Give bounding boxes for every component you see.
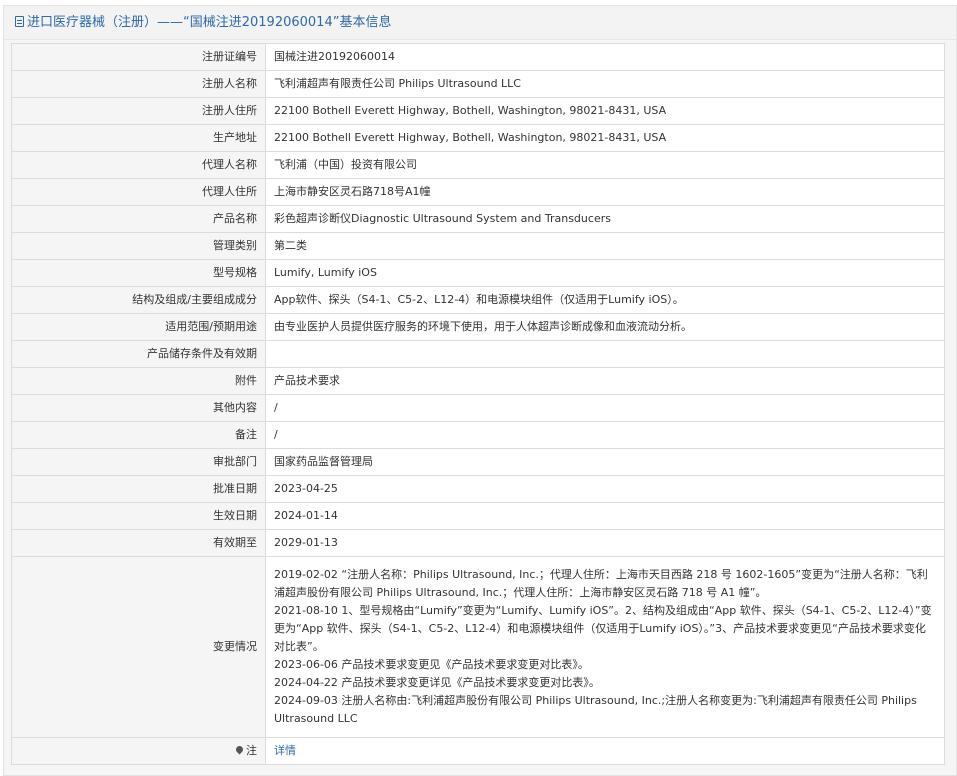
table-row: 结构及组成/主要组成成分 App软件、探头（S4-1、C5-2、L12-4）和电源…	[11, 286, 945, 314]
field-value: 22100 Bothell Everett Highway, Bothell, …	[265, 124, 945, 152]
table-row: 附件 产品技术要求	[11, 367, 945, 395]
table-row: 型号规格 Lumify, Lumify iOS	[11, 259, 945, 287]
field-label: 产品储存条件及有效期	[11, 340, 266, 368]
field-label: 审批部门	[11, 448, 266, 476]
field-value: 飞利浦（中国）投资有限公司	[265, 151, 945, 179]
table-row: 代理人名称 飞利浦（中国）投资有限公司	[11, 151, 945, 179]
field-label: 注册证编号	[11, 43, 266, 71]
field-value: 上海市静安区灵石路718号A1幢	[265, 178, 945, 206]
table-row: 生产地址 22100 Bothell Everett Highway, Bothe…	[11, 124, 945, 152]
page-title: 进口医疗器械（注册）——“国械注进20192060014”基本信息	[27, 15, 392, 30]
field-value: Lumify, Lumify iOS	[265, 259, 945, 287]
field-value: 22100 Bothell Everett Highway, Bothell, …	[265, 97, 945, 125]
table-row: 审批部门 国家药品监督管理局	[11, 448, 945, 476]
change-history-item: 2021-08-10 1、型号规格由“Lumify”变更为“Lumify、Lum…	[274, 604, 932, 653]
table-row-note: 注 详情	[11, 737, 945, 765]
field-label: 附件	[11, 367, 266, 395]
field-label: 结构及组成/主要组成成分	[11, 286, 266, 314]
field-label: 代理人住所	[11, 178, 266, 206]
table-row: 产品名称 彩色超声诊断仪Diagnostic Ultrasound System …	[11, 205, 945, 233]
field-value: 由专业医护人员提供医疗服务的环境下使用，用于人体超声诊断成像和血液流动分析。	[265, 313, 945, 341]
field-label: 有效期至	[11, 529, 266, 557]
change-history-item: 2024-04-22 产品技术要求变更详见《产品技术要求变更对比表》。	[274, 676, 600, 689]
field-value	[265, 340, 945, 368]
field-label: 管理类别	[11, 232, 266, 260]
field-value: 2024-01-14	[265, 502, 945, 530]
details-link[interactable]: 详情	[274, 744, 296, 757]
change-history-item: 2019-02-02 “注册人名称：Philips Ultrasound, In…	[274, 568, 928, 599]
page-header: 进口医疗器械（注册）——“国械注进20192060014”基本信息	[4, 6, 956, 40]
field-label: 其他内容	[11, 394, 266, 422]
pin-icon	[234, 744, 245, 755]
table-row: 备注 /	[11, 421, 945, 449]
table-row-change-history: 变更情况 2019-02-02 “注册人名称：Philips Ultrasound…	[11, 556, 945, 738]
field-label: 注册人住所	[11, 97, 266, 125]
field-value: /	[265, 421, 945, 449]
table-row: 生效日期 2024-01-14	[11, 502, 945, 530]
field-label: 备注	[11, 421, 266, 449]
field-value: 产品技术要求	[265, 367, 945, 395]
change-history-item: 2023-06-06 产品技术要求变更见《产品技术要求变更对比表》。	[274, 658, 589, 671]
field-value: 彩色超声诊断仪Diagnostic Ultrasound System and …	[265, 205, 945, 233]
field-label: 注	[11, 737, 266, 765]
document-icon	[15, 16, 24, 27]
field-value: /	[265, 394, 945, 422]
change-history-list: 2019-02-02 “注册人名称：Philips Ultrasound, In…	[265, 556, 945, 738]
change-history-item: 2024-09-03 注册人名称由:飞利浦超声股份有限公司 Philips Ul…	[274, 694, 917, 725]
table-row: 注册人名称 飞利浦超声有限责任公司 Philips Ultrasound LLC	[11, 70, 945, 98]
field-label: 变更情况	[11, 556, 266, 738]
field-label: 产品名称	[11, 205, 266, 233]
table-row: 管理类别 第二类	[11, 232, 945, 260]
field-label: 批准日期	[11, 475, 266, 503]
field-value: 2023-04-25	[265, 475, 945, 503]
field-label: 注册人名称	[11, 70, 266, 98]
table-row: 批准日期 2023-04-25	[11, 475, 945, 503]
info-table-body: 注册证编号 国械注进20192060014 注册人名称 飞利浦超声有限责任公司 Phi…	[11, 43, 945, 765]
field-value: App软件、探头（S4-1、C5-2、L12-4）和电源模块组件（仅适用于Lum…	[265, 286, 945, 314]
field-label: 代理人名称	[11, 151, 266, 179]
info-table: 注册证编号 国械注进20192060014 注册人名称 飞利浦超声有限责任公司 Phi…	[11, 43, 945, 765]
table-row: 注册人住所 22100 Bothell Everett Highway, Both…	[11, 97, 945, 125]
field-value: 国家药品监督管理局	[265, 448, 945, 476]
table-row: 注册证编号 国械注进20192060014	[11, 43, 945, 71]
table-row: 代理人住所 上海市静安区灵石路718号A1幢	[11, 178, 945, 206]
table-row: 产品储存条件及有效期	[11, 340, 945, 368]
field-value: 2029-01-13	[265, 529, 945, 557]
field-label: 型号规格	[11, 259, 266, 287]
field-label: 适用范围/预期用途	[11, 313, 266, 341]
table-row: 有效期至 2029-01-13	[11, 529, 945, 557]
table-row: 其他内容 /	[11, 394, 945, 422]
field-label: 生效日期	[11, 502, 266, 530]
field-label: 生产地址	[11, 124, 266, 152]
field-value: 飞利浦超声有限责任公司 Philips Ultrasound LLC	[265, 70, 945, 98]
field-value: 详情	[265, 737, 945, 765]
note-label: 注	[246, 744, 257, 757]
field-value: 国械注进20192060014	[265, 43, 945, 71]
field-value: 第二类	[265, 232, 945, 260]
table-row: 适用范围/预期用途 由专业医护人员提供医疗服务的环境下使用，用于人体超声诊断成像和…	[11, 313, 945, 341]
